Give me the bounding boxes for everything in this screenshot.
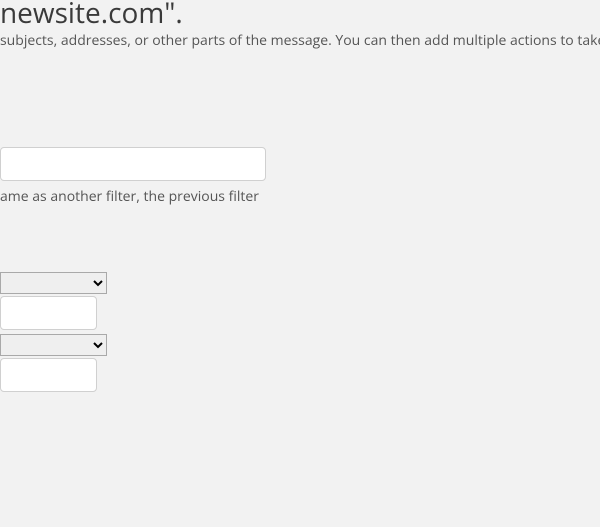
page-subtitle: subjects, addresses, or other parts of t… xyxy=(0,31,600,50)
rule-value-input-2[interactable] xyxy=(0,358,97,392)
filter-name-hint: ame as another filter, the previous filt… xyxy=(0,187,259,206)
page-title: newsite.com". xyxy=(0,0,183,32)
rule-value-input-1[interactable] xyxy=(0,296,97,330)
filter-name-input[interactable] xyxy=(0,147,266,181)
title-text: newsite.com". xyxy=(0,0,183,32)
email-filter-form: newsite.com". subjects, addresses, or ot… xyxy=(0,0,600,527)
rule-field-select-2[interactable] xyxy=(0,334,107,356)
rule-field-select-1[interactable] xyxy=(0,272,107,294)
